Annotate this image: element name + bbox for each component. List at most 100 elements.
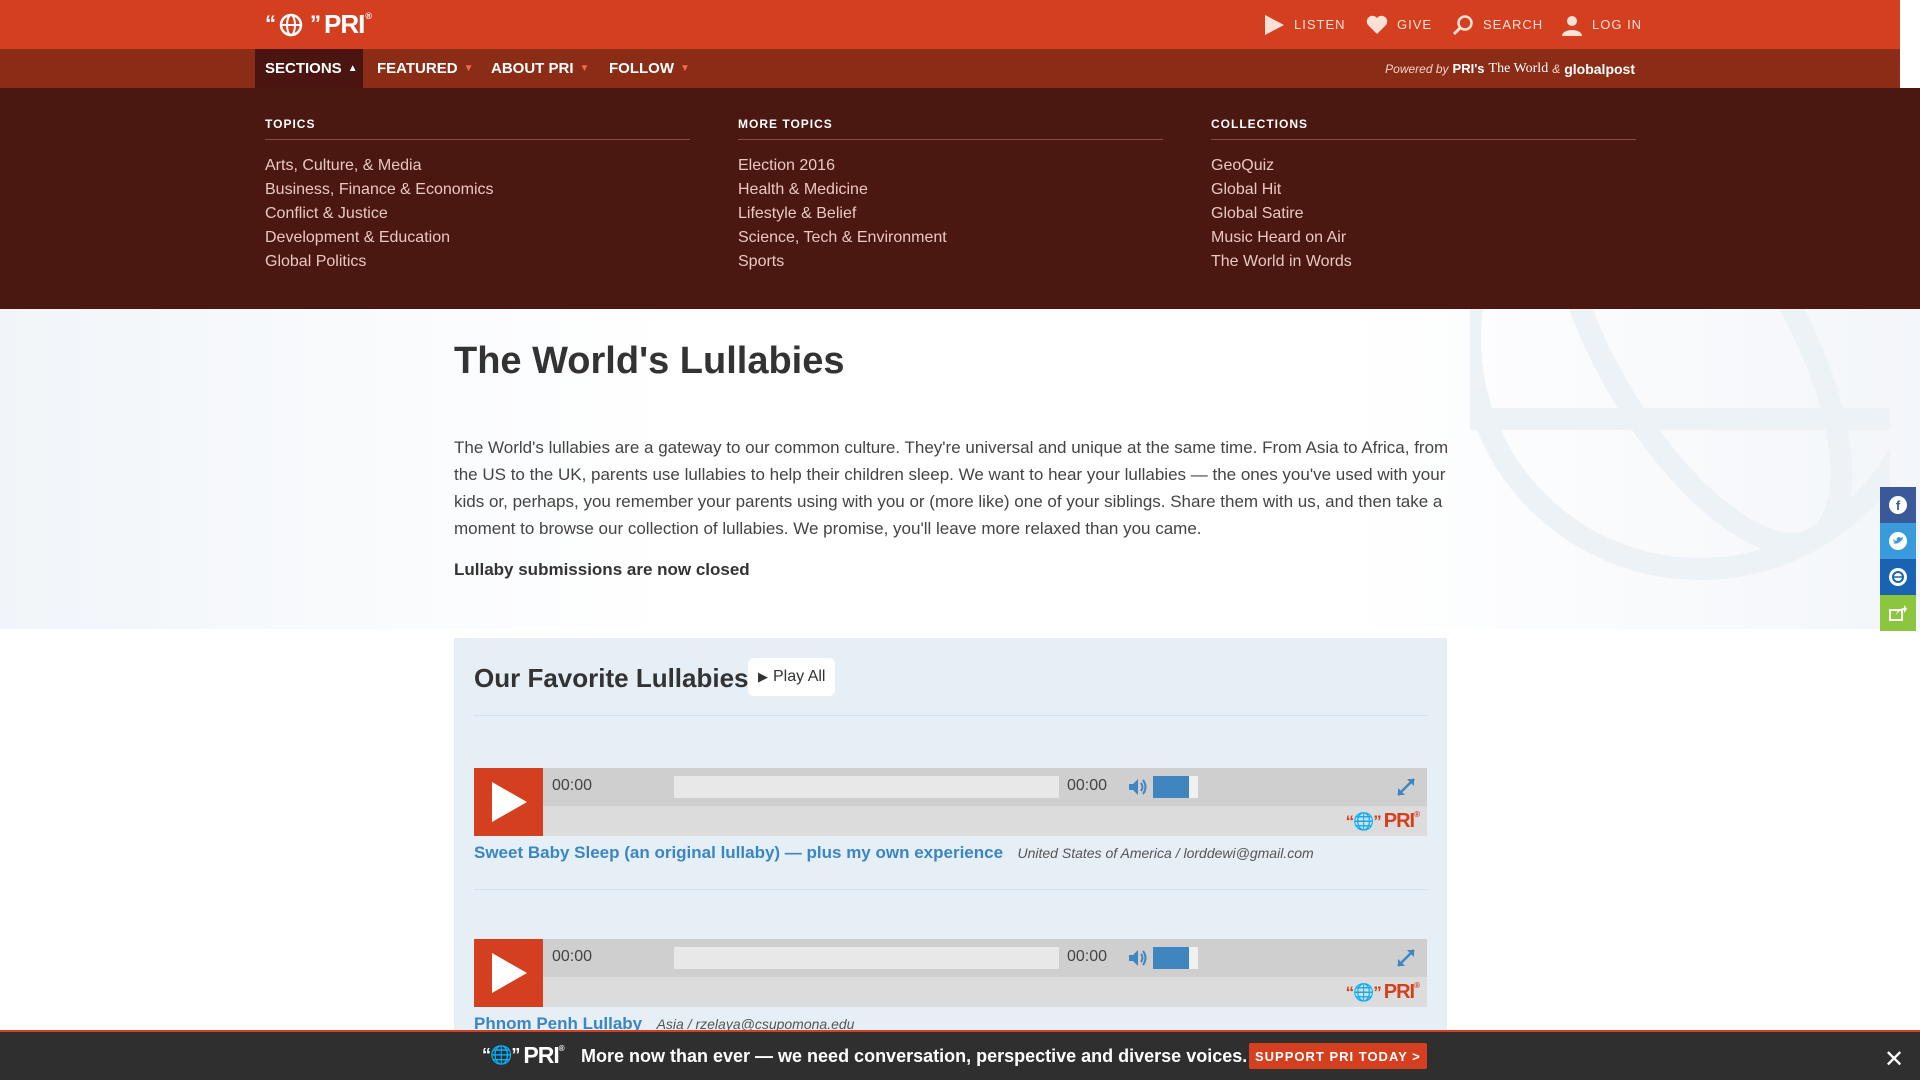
user-icon [1562, 15, 1582, 36]
collection-link[interactable]: Global Hit [1211, 178, 1636, 202]
volume-slider[interactable] [1153, 947, 1198, 969]
favorites-heading: Our Favorite Lullabies [474, 663, 749, 693]
topic-link[interactable]: Election 2016 [738, 154, 1163, 178]
player-brand-text: PRI [1383, 810, 1415, 832]
nav-follow[interactable]: FOLLOW ▼ [609, 49, 690, 88]
topics-column: TOPICS Arts, Culture, & Media Business, … [265, 117, 690, 274]
powered-the-world: The World [1488, 60, 1549, 76]
nav-follow-label: FOLLOW [609, 60, 674, 77]
share-icon [1889, 605, 1907, 621]
share-twitter-button[interactable] [1880, 523, 1916, 559]
player-brand: “🌐” PRI ® [1345, 810, 1420, 833]
play-icon: ▶ [758, 669, 768, 684]
nav-featured[interactable]: FEATURED ▼ [377, 49, 473, 88]
progress-track[interactable] [674, 776, 1059, 798]
player-play-button[interactable] [474, 768, 543, 836]
search-label: SEARCH [1483, 17, 1544, 32]
support-banner: “🌐” PRI ® More now than ever — we need c… [0, 1030, 1920, 1080]
topic-link[interactable]: Health & Medicine [738, 178, 1163, 202]
expand-icon[interactable] [1395, 947, 1417, 969]
registered-icon: ® [1414, 981, 1420, 990]
collection-link[interactable]: Global Satire [1211, 202, 1636, 226]
volume-level [1153, 947, 1189, 969]
powered-globalpost: globalpost [1564, 60, 1635, 77]
collections-column: COLLECTIONS GeoQuiz Global Hit Global Sa… [1211, 117, 1636, 274]
share-more-button[interactable] [1880, 595, 1916, 631]
top-bar: “ ” PRI ® LISTEN GIVE SEARCH LOG IN [0, 0, 1900, 49]
facebook-icon: f [1889, 496, 1907, 514]
nav-about[interactable]: ABOUT PRI ▼ [491, 49, 589, 88]
topic-link[interactable]: Development & Education [265, 226, 690, 250]
listen-link[interactable]: LISTEN [1263, 0, 1346, 49]
volume-icon[interactable] [1127, 776, 1149, 798]
search-link[interactable]: SEARCH [1452, 0, 1543, 49]
topic-link[interactable]: Lifestyle & Belief [738, 202, 1163, 226]
collections-heading: COLLECTIONS [1211, 117, 1636, 140]
powered-by[interactable]: Powered by PRI's The World & globalpost [1385, 49, 1635, 88]
globe-watermark-icon [1470, 309, 1890, 580]
player-controls: 00:00 00:00 [543, 939, 1427, 977]
collection-link[interactable]: GeoQuiz [1211, 154, 1636, 178]
banner-message: More now than ever — we need conversatio… [581, 1046, 1248, 1066]
topic-link[interactable]: Arts, Culture, & Media [265, 154, 690, 178]
registered-icon: ® [1414, 810, 1420, 819]
nav-sections[interactable]: SECTIONS ▲ [255, 49, 363, 88]
registered-icon: ® [558, 1044, 565, 1053]
pri-logo[interactable]: “ ” PRI ® [265, 8, 372, 40]
track-title-link[interactable]: Sweet Baby Sleep (an original lullaby) —… [474, 843, 1003, 862]
collection-link[interactable]: The World in Words [1211, 250, 1636, 274]
login-link[interactable]: LOG IN [1561, 0, 1642, 49]
globe-icon: “🌐” [1345, 811, 1382, 831]
divider [474, 715, 1427, 716]
expand-icon[interactable] [1395, 776, 1417, 798]
volume-icon[interactable] [1127, 947, 1149, 969]
player-play-button[interactable] [474, 939, 543, 1007]
banner-logo-text: PRI [523, 1042, 559, 1068]
volume-level [1153, 776, 1189, 798]
search-icon [1452, 14, 1473, 35]
audio-player: 00:00 00:00 “🌐” PRI ® [474, 768, 1427, 836]
powered-pri: PRI's [1452, 61, 1485, 76]
globe-icon [1889, 568, 1907, 586]
globe-icon: “🌐” [482, 1045, 520, 1065]
volume-slider[interactable] [1153, 776, 1198, 798]
svg-text:f: f [1896, 498, 1901, 513]
track-meta: United States of America / lorddewi@gmai… [1017, 845, 1314, 861]
page-description: The World's lullabies are a gateway to o… [454, 438, 1449, 538]
topic-link[interactable]: Sports [738, 250, 1163, 274]
globe-icon: “🌐” [1345, 982, 1382, 1002]
more-topics-column: MORE TOPICS Election 2016 Health & Medic… [738, 117, 1163, 274]
powered-by-label: Powered by [1385, 61, 1449, 76]
share-facebook-button[interactable]: f [1880, 487, 1916, 523]
player-brand-text: PRI [1383, 981, 1415, 1003]
player-controls: 00:00 00:00 [543, 768, 1427, 806]
twitter-icon [1889, 532, 1907, 550]
nav-sections-label: SECTIONS [265, 60, 342, 77]
sections-mega-menu: TOPICS Arts, Culture, & Media Business, … [0, 88, 1920, 309]
current-time: 00:00 [552, 777, 593, 794]
play-icon [491, 953, 527, 993]
registered-icon: ® [365, 11, 372, 21]
close-icon[interactable]: ✕ [1884, 1045, 1904, 1074]
chevron-up-icon: ▲ [347, 63, 358, 74]
quote-open-icon: “ [265, 11, 276, 36]
topic-link[interactable]: Business, Finance & Economics [265, 178, 690, 202]
topic-link[interactable]: Science, Tech & Environment [738, 226, 1163, 250]
topic-link[interactable]: Global Politics [265, 250, 690, 274]
current-time: 00:00 [552, 948, 593, 965]
collection-link[interactable]: Music Heard on Air [1211, 226, 1636, 250]
audio-player: 00:00 00:00 “🌐” PRI ® [474, 939, 1427, 1007]
topics-heading: TOPICS [265, 117, 690, 140]
chevron-down-icon: ▼ [579, 63, 590, 74]
player-brand: “🌐” PRI ® [1345, 981, 1420, 1004]
topic-link[interactable]: Conflict & Justice [265, 202, 690, 226]
give-label: GIVE [1397, 17, 1433, 32]
give-link[interactable]: GIVE [1366, 0, 1432, 49]
chevron-down-icon: ▼ [463, 63, 474, 74]
support-pri-button[interactable]: SUPPORT PRI TODAY > [1249, 1043, 1427, 1069]
share-pri-button[interactable] [1880, 559, 1916, 595]
track-info: Sweet Baby Sleep (an original lullaby) —… [474, 843, 1314, 863]
progress-track[interactable] [674, 947, 1059, 969]
play-all-button[interactable]: ▶ Play All [748, 658, 836, 696]
more-topics-heading: MORE TOPICS [738, 117, 1163, 140]
